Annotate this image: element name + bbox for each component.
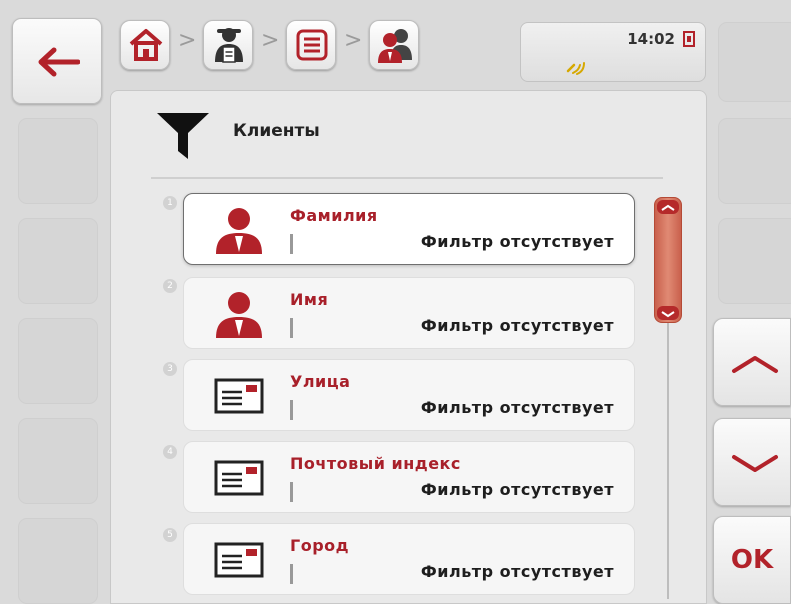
softkey-left-3[interactable] (18, 218, 98, 304)
address-card-icon (214, 378, 264, 414)
arrow-left-icon (38, 47, 80, 77)
chevron-up-icon (732, 356, 778, 373)
list-item-city[interactable]: Город Фильтр отсутствует (183, 523, 635, 595)
softkey-right-1[interactable] (718, 22, 791, 102)
softkey-left-5[interactable] (18, 418, 98, 504)
list-item-lastname[interactable]: Фамилия Фильтр отсутствует (183, 193, 635, 265)
row-value: Фильтр отсутствует (420, 232, 614, 251)
list-item-firstname[interactable]: Имя Фильтр отсутствует (183, 277, 635, 349)
row-divider (290, 234, 293, 254)
home-icon (129, 29, 163, 61)
home-button[interactable] (120, 20, 170, 70)
row-divider (290, 482, 293, 502)
breadcrumb-separator: > (344, 28, 363, 53)
person-icon (216, 208, 262, 254)
scrollbar-thumb[interactable] (654, 197, 682, 323)
softkey-left-4[interactable] (18, 318, 98, 404)
softkey-right-3[interactable] (718, 218, 791, 304)
row-divider (290, 400, 293, 420)
ok-button[interactable]: OK (713, 516, 791, 604)
scrollbar-cap-top (657, 200, 679, 214)
row-label: Улица (290, 372, 351, 391)
row-label: Фамилия (290, 206, 378, 225)
list-item-postal-code[interactable]: Почтовый индекс Фильтр отсутствует (183, 441, 635, 513)
row-divider (290, 318, 293, 338)
scroll-down-button[interactable] (713, 418, 791, 506)
customers-button[interactable] (369, 20, 419, 70)
row-number: 2 (163, 279, 177, 293)
back-button[interactable] (12, 18, 102, 104)
ok-label: OK (730, 545, 774, 575)
status-display: 14:02 (520, 22, 706, 82)
row-value: Фильтр отсутствует (420, 562, 614, 581)
row-number: 3 (163, 362, 177, 376)
list-menu-icon (296, 29, 328, 61)
list-item-street[interactable]: Улица Фильтр отсутствует (183, 359, 635, 431)
row-label: Почтовый индекс (290, 454, 461, 473)
row-number: 1 (163, 196, 177, 210)
chevron-down-icon (732, 455, 778, 472)
scrollbar-cap-bottom (657, 306, 679, 320)
memory-card-icon (683, 31, 695, 47)
softkey-left-2[interactable] (18, 118, 98, 204)
gps-signal-icon (566, 62, 585, 75)
operator-icon (215, 28, 243, 63)
softkey-left-6[interactable] (18, 518, 98, 604)
softkey-right-2[interactable] (718, 118, 791, 204)
row-label: Город (290, 536, 350, 555)
main-panel: Клиенты 1 Фамилия Фильтр отсутствует 2 И… (110, 90, 707, 604)
row-number: 4 (163, 445, 177, 459)
row-divider (290, 564, 293, 584)
row-value: Фильтр отсутствует (420, 398, 614, 417)
customers-icon (378, 29, 412, 63)
scroll-up-button[interactable] (713, 318, 791, 406)
address-card-icon (214, 542, 264, 578)
chevron-down-icon (661, 311, 675, 318)
clock-time: 14:02 (627, 30, 675, 48)
filter-icon (157, 113, 209, 159)
menu-button[interactable] (286, 20, 336, 70)
breadcrumb-separator: > (261, 28, 280, 53)
breadcrumb-separator: > (178, 28, 197, 53)
person-icon (216, 292, 262, 338)
address-card-icon (214, 460, 264, 496)
row-label: Имя (290, 290, 329, 309)
page-title: Клиенты (233, 121, 320, 141)
row-value: Фильтр отсутствует (420, 316, 614, 335)
chevron-up-icon (661, 204, 675, 211)
row-value: Фильтр отсутствует (420, 480, 614, 499)
operator-button[interactable] (203, 20, 253, 70)
row-number: 5 (163, 528, 177, 542)
title-divider (151, 177, 663, 179)
